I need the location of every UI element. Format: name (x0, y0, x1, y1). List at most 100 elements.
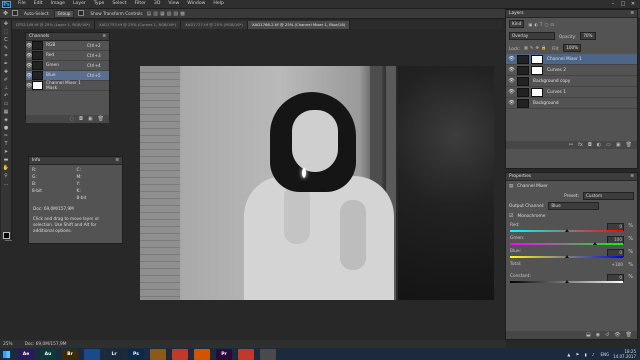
taskbar-app-icon[interactable]: Br (62, 348, 78, 360)
mixer-slider[interactable]: Blue: 0% (510, 249, 633, 258)
brush-tool-icon[interactable]: ✐ (2, 77, 10, 84)
language-indicator[interactable]: ENG (600, 352, 609, 357)
document-tab[interactable]: DTS1149.tif @ 25% (Layer 1, RGB/16*) (12, 21, 96, 29)
taskbar-app-icon[interactable] (150, 348, 166, 360)
layer-row[interactable]: 👁 Background copy (506, 76, 637, 87)
layer-mask-thumbnail[interactable] (531, 87, 543, 97)
view-previous-icon[interactable]: ◉ (596, 332, 600, 338)
menu-item-window[interactable]: Window (183, 0, 209, 8)
constant-knob[interactable] (565, 280, 570, 283)
marquee-tool-icon[interactable]: ⬚ (2, 29, 10, 36)
save-selection-icon[interactable]: ◘ (79, 116, 83, 122)
channel-row[interactable]: 👁 Green Ctrl+4 (26, 61, 109, 71)
clock[interactable]: 18:25 14.07.2017 (613, 349, 636, 359)
menu-item-image[interactable]: Image (47, 0, 69, 8)
visibility-icon[interactable]: 👁 (614, 332, 620, 338)
channel-row[interactable]: 👁 Blue Ctrl+5 (26, 71, 109, 81)
path-select-tool-icon[interactable]: ➤ (2, 149, 10, 156)
quick-select-tool-icon[interactable]: ✎ (2, 45, 10, 52)
new-layer-icon[interactable]: ▣ (616, 142, 621, 148)
output-channel-dropdown[interactable]: Blue (548, 202, 600, 210)
blend-mode-dropdown[interactable]: Overlay (509, 32, 555, 40)
delete-channel-icon[interactable]: 🗑 (98, 116, 104, 122)
layer-mask-thumbnail[interactable] (531, 54, 543, 64)
filter-icons[interactable]: ▣◐T▢⊡ (528, 22, 556, 27)
document-image[interactable] (140, 66, 494, 300)
eye-icon[interactable]: 👁 (508, 78, 515, 84)
hand-tool-icon[interactable]: ✋ (2, 165, 10, 172)
document-tab[interactable]: XAD1753.tif @ 25% (Curves 1, RGB/16*) (95, 21, 182, 29)
pen-tool-icon[interactable]: ✑ (2, 133, 10, 140)
menu-item-layer[interactable]: Layer (69, 0, 90, 8)
move-tool-icon[interactable]: ✥ (3, 10, 8, 17)
load-selection-icon[interactable]: ◌ (70, 116, 74, 122)
info-panel-title[interactable]: Info (32, 157, 40, 164)
layers-panel-title[interactable]: Layers (509, 10, 524, 17)
taskbar-app-icon[interactable]: Au (40, 348, 56, 360)
layer-row[interactable]: 👁 Channel Mixer 1 (506, 54, 637, 65)
taskbar-app-icon[interactable] (84, 348, 100, 360)
panel-menu-icon[interactable]: ≡ (630, 173, 634, 180)
history-brush-tool-icon[interactable]: ↶ (2, 93, 10, 100)
reset-icon[interactable]: ↺ (605, 332, 609, 338)
slider-knob[interactable] (593, 242, 598, 245)
mixer-slider[interactable]: Green: 100% (510, 236, 633, 245)
kind-filter-dropdown[interactable]: Kind (509, 20, 525, 28)
taskbar-app-icon[interactable] (194, 348, 210, 360)
minimize-icon[interactable]: – (608, 0, 618, 8)
doc-size[interactable]: Doc: 69,0M/157,9M (25, 342, 67, 347)
clip-icon[interactable]: ⬓ (586, 332, 591, 338)
layer-style-icon[interactable]: fx (578, 142, 583, 148)
auto-select-checkbox[interactable] (12, 10, 20, 17)
layer-row[interactable]: 👁 Background (506, 98, 637, 109)
preset-dropdown[interactable]: Custom (583, 192, 634, 200)
taskbar-app-icon[interactable] (260, 348, 276, 360)
channel-row[interactable]: 👁 RGB Ctrl+2 (26, 41, 109, 51)
gradient-tool-icon[interactable]: ▦ (2, 109, 10, 116)
channels-panel-title[interactable]: Channels (29, 33, 49, 40)
document-tab[interactable]: XAD1727.tif @ 25% (RGB/16*) (181, 21, 249, 29)
channel-row[interactable]: 👁 Red Ctrl+3 (26, 51, 109, 61)
shape-tool-icon[interactable]: ▬ (2, 157, 10, 164)
panel-menu-icon[interactable]: ≡ (630, 10, 634, 17)
monochrome-checkbox[interactable]: ☑ (509, 213, 513, 219)
crop-tool-icon[interactable]: ⌗ (2, 53, 10, 60)
group-icon[interactable]: ▭ (606, 142, 611, 148)
delete-layer-icon[interactable]: 🗑 (626, 142, 632, 148)
lasso-tool-icon[interactable]: ᑕ (2, 37, 10, 44)
eye-icon[interactable]: 👁 (508, 56, 515, 62)
taskbar-app-icon[interactable]: Ps (128, 348, 144, 360)
type-tool-icon[interactable]: T (2, 141, 10, 148)
maximize-icon[interactable]: □ (618, 0, 628, 8)
foreground-color-swatch[interactable] (3, 232, 10, 239)
add-mask-icon[interactable]: ◘ (588, 142, 592, 148)
eye-icon[interactable]: 👁 (508, 67, 515, 73)
taskbar-app-icon[interactable]: Pr (216, 348, 232, 360)
taskbar-app-icon[interactable] (238, 348, 254, 360)
panel-menu-icon[interactable]: ≡ (115, 157, 119, 164)
eye-icon[interactable]: 👁 (508, 89, 515, 95)
document-tab[interactable]: XAD1766-2.tif @ 25% (Channel Mixer 1, Bl… (248, 21, 351, 29)
mixer-slider[interactable]: Red: 0% (510, 223, 633, 232)
opacity-input[interactable]: 70% (580, 32, 596, 40)
constant-slider[interactable]: Constant: 0 % (510, 274, 633, 283)
auto-select-dropdown[interactable]: Group (53, 9, 75, 18)
menu-item-help[interactable]: Help (209, 0, 227, 8)
layer-mask-thumbnail[interactable] (531, 65, 543, 75)
clone-stamp-tool-icon[interactable]: ⊥ (2, 85, 10, 92)
menu-item-filter[interactable]: Filter (131, 0, 150, 8)
align-icons[interactable]: ▤▥▦▧▨▩ (147, 11, 187, 17)
delete-adjustment-icon[interactable]: 🗑 (626, 332, 632, 338)
adjustment-layer-icon[interactable]: ◐ (597, 142, 601, 148)
layer-row[interactable]: 👁 Curves 1 (506, 87, 637, 98)
eye-icon[interactable]: 👁 (508, 100, 515, 106)
close-icon[interactable]: ✕ (628, 0, 638, 8)
new-channel-icon[interactable]: ▣ (88, 116, 93, 122)
slider-knob[interactable] (565, 229, 570, 232)
taskbar-app-icon[interactable]: Ae (18, 348, 34, 360)
menu-item-select[interactable]: Select (108, 0, 130, 8)
fill-input[interactable]: 100% (563, 44, 582, 52)
more-tools-icon[interactable]: … (2, 181, 10, 188)
taskbar-app-icon[interactable] (172, 348, 188, 360)
show-transform-checkbox[interactable] (78, 10, 86, 17)
